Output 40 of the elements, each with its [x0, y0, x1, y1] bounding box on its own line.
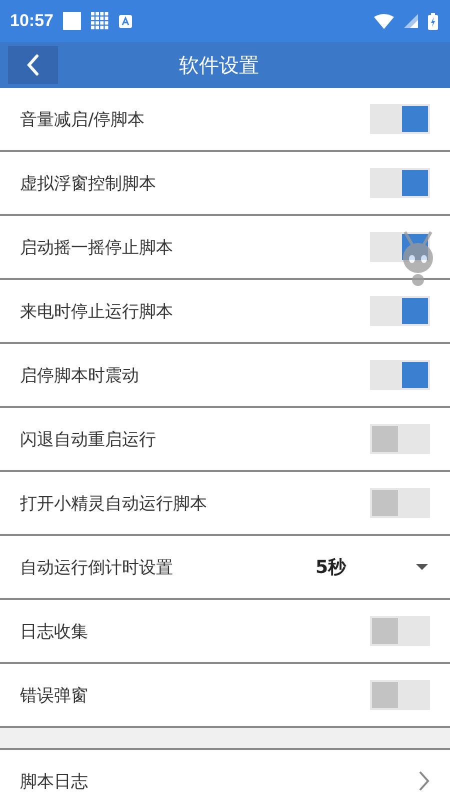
- back-button[interactable]: [8, 46, 58, 84]
- battery-icon: [428, 12, 438, 30]
- grid-icon: [91, 12, 110, 30]
- toggle-switch[interactable]: [370, 488, 430, 518]
- settings-row[interactable]: 脚本日志: [0, 750, 450, 800]
- setting-label: 音量减启/停脚本: [20, 108, 146, 130]
- settings-row[interactable]: 音量减启/停脚本: [0, 88, 450, 152]
- toggle-switch[interactable]: [370, 104, 430, 134]
- settings-row[interactable]: 自动运行倒计时设置 5秒: [0, 536, 450, 600]
- toggle-switch[interactable]: [370, 360, 430, 390]
- setting-label: 自动运行倒计时设置: [20, 556, 174, 578]
- setting-label: 启停脚本时震动: [20, 364, 140, 386]
- signal-icon: [404, 14, 418, 28]
- status-time: 10:57: [10, 11, 54, 31]
- setting-label: 脚本日志: [20, 770, 89, 792]
- toggle-switch[interactable]: [370, 296, 430, 326]
- settings-row[interactable]: 启停脚本时震动: [0, 344, 450, 408]
- setting-label: 打开小精灵自动运行脚本: [20, 492, 208, 514]
- settings-row[interactable]: 打开小精灵自动运行脚本: [0, 472, 450, 536]
- toggle-switch[interactable]: [370, 424, 430, 454]
- setting-label: 闪退自动重启运行: [20, 428, 157, 450]
- wifi-icon: [374, 14, 394, 28]
- setting-label: 虚拟浮窗控制脚本: [20, 172, 157, 194]
- setting-label: 错误弹窗: [20, 684, 89, 706]
- toggle-switch[interactable]: [370, 616, 430, 646]
- settings-row[interactable]: 日志收集: [0, 600, 450, 664]
- setting-label: 日志收集: [20, 620, 89, 642]
- toggle-switch[interactable]: [370, 168, 430, 198]
- settings-row[interactable]: 虚拟浮窗控制脚本: [0, 152, 450, 216]
- setting-label: 来电时停止运行脚本: [20, 300, 174, 322]
- keyboard-icon: [119, 14, 132, 28]
- settings-row[interactable]: 闪退自动重启运行: [0, 408, 450, 472]
- chevron-icon: [418, 771, 430, 791]
- page-title: 软件设置: [179, 52, 259, 78]
- settings-row[interactable]: 来电时停止运行脚本: [0, 280, 450, 344]
- setting-label: 启动摇一摇停止脚本: [20, 236, 174, 258]
- caret-icon[interactable]: [416, 564, 428, 570]
- dropdown-value[interactable]: 5秒: [315, 555, 346, 579]
- toggle-switch[interactable]: [370, 680, 430, 710]
- back-icon: [26, 54, 40, 76]
